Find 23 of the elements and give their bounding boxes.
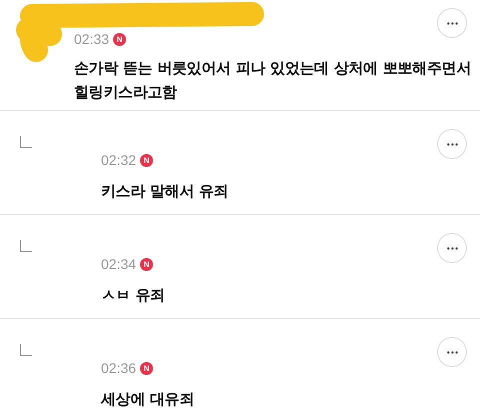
- comment-time: 02:32: [101, 152, 136, 168]
- new-badge: N: [140, 362, 154, 374]
- more-button[interactable]: [437, 129, 467, 159]
- comment-text: ㅅㅂ 유죄: [101, 285, 166, 306]
- comment-text: 손가락 뜯는 버릇있어서 피나 있었는데 상처에 뽀뽀해주면서 힐링키스라고함: [74, 58, 472, 103]
- more-icon: [446, 22, 458, 24]
- comment-text: 세상에 대유죄: [101, 389, 196, 410]
- comment-text: 키스라 말해서 유죄: [101, 181, 230, 202]
- reply-indent-icon: [20, 344, 32, 356]
- reply-indent-icon: [20, 136, 32, 148]
- more-icon: [446, 246, 458, 250]
- more-button[interactable]: [437, 8, 467, 38]
- comment-time: 02:33: [74, 31, 110, 47]
- more-icon: [446, 142, 458, 146]
- comment-time: 02:34: [101, 256, 136, 272]
- more-button[interactable]: [437, 337, 467, 367]
- more-button[interactable]: [437, 233, 467, 263]
- new-badge: N: [140, 258, 154, 270]
- more-icon: [446, 350, 458, 354]
- new-badge: N: [140, 154, 154, 166]
- new-badge: N: [113, 32, 126, 46]
- reply-indent-icon: [20, 240, 32, 252]
- comment-time: 02:36: [101, 360, 136, 376]
